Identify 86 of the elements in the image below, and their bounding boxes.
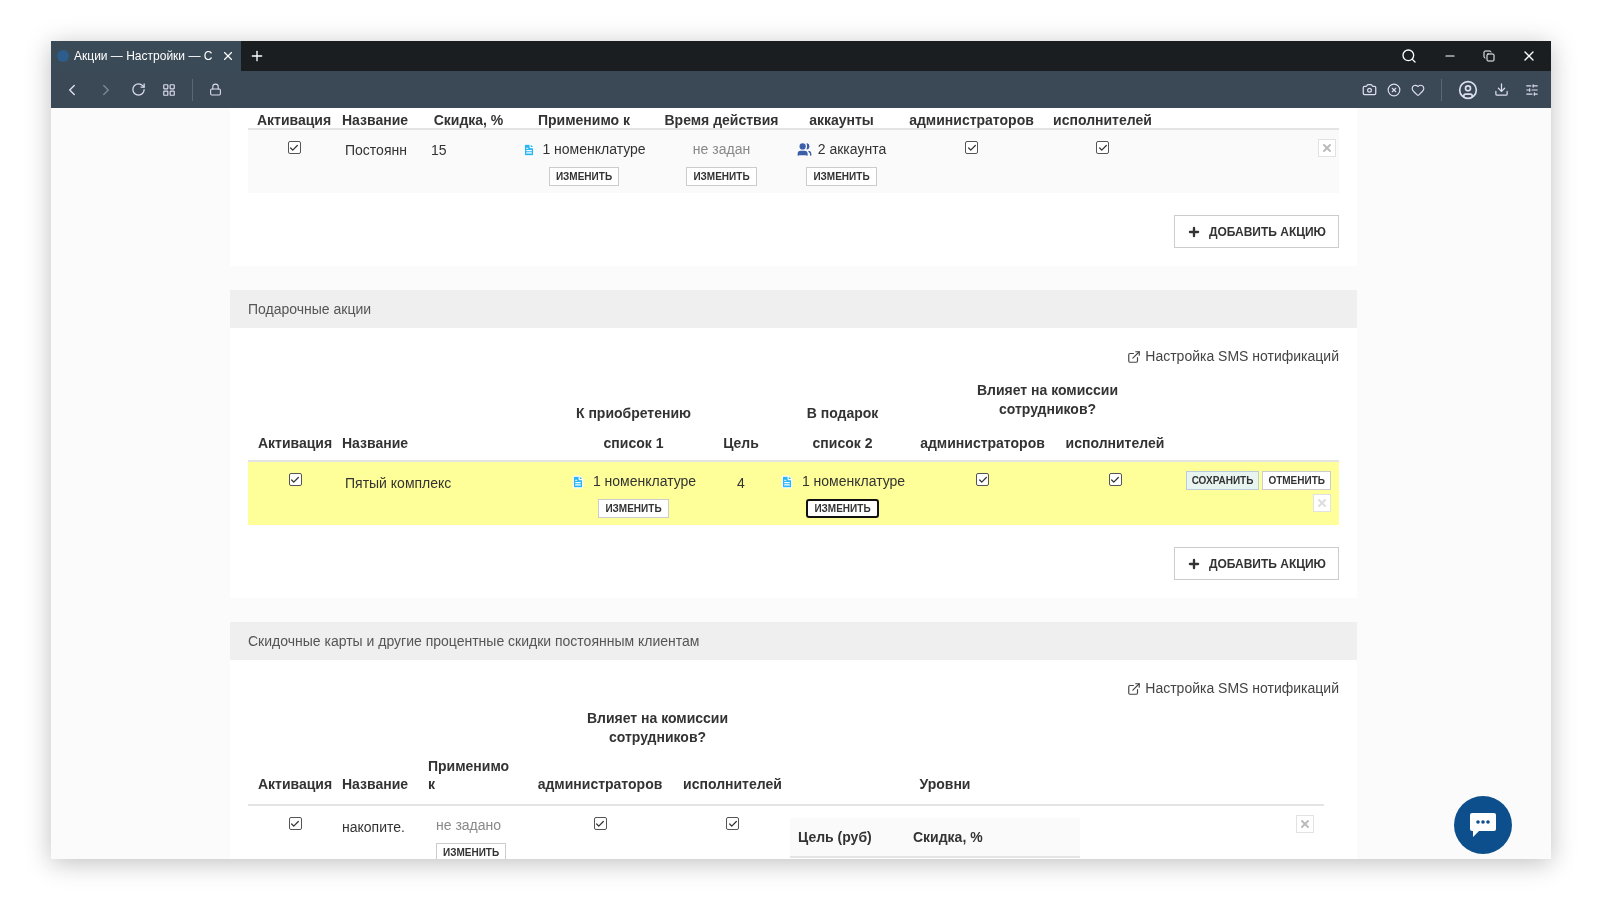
add-promo-button[interactable]: ДОБАВИТЬ АКЦИЮ (1173, 215, 1339, 248)
applies-to: не задано (436, 816, 502, 835)
grid-icon[interactable] (162, 82, 176, 97)
cancel-button[interactable]: ОТМЕНИТЬ (1262, 471, 1331, 490)
heart-icon[interactable] (1411, 82, 1425, 97)
section-header: Подарочные акции (230, 290, 1357, 328)
checkbox[interactable] (1096, 141, 1109, 154)
plus-icon (1186, 556, 1201, 571)
column-header: Название (342, 112, 409, 128)
change-button[interactable]: ИЗМЕНИТЬ (598, 499, 669, 518)
column-header: Влияет на комиссии сотрудников? (585, 709, 730, 747)
save-button[interactable]: СОХРАНИТЬ (1185, 471, 1260, 490)
accounts-value: 2 аккаунта (796, 139, 887, 160)
column-header: администраторов (909, 112, 1034, 128)
file-icon (522, 142, 537, 157)
column-header: Цель (руб) (798, 827, 873, 847)
section-header: Скидочные карты и другие процентные скидки постоянным клиентам (230, 622, 1357, 660)
plus-icon (1186, 224, 1201, 239)
column-header: исполнителей (1053, 112, 1152, 128)
settings-icon[interactable] (1525, 82, 1539, 97)
close-tab-icon[interactable] (221, 49, 235, 63)
applies-to: 1 номенклатуре (522, 139, 646, 160)
column-header: исполнителей (683, 776, 782, 792)
file-icon (779, 474, 794, 489)
change-button[interactable]: ИЗМЕНИТЬ (548, 167, 620, 186)
lock-icon (209, 83, 222, 96)
column-header: Влияет на комиссии сотрудников? (975, 381, 1120, 419)
promo-name: Постоянн (345, 142, 407, 158)
column-header: Цель (723, 434, 759, 451)
column-header: Скидка, % (433, 112, 504, 128)
goal-value: 4 (737, 475, 745, 491)
column-header: администраторов (537, 776, 663, 792)
file-icon (570, 474, 585, 489)
column-header: Активация (257, 434, 333, 451)
column-header: Активация (256, 112, 332, 128)
checkbox[interactable] (593, 817, 607, 830)
tab-title: Акции — Настройки — С (74, 48, 214, 65)
change-button[interactable]: ИЗМЕНИТЬ (806, 167, 877, 186)
column-header: Название (342, 434, 409, 451)
camera-icon[interactable] (1362, 82, 1377, 97)
external-link-icon (1127, 681, 1142, 696)
external-link-icon (1127, 349, 1142, 364)
reload-icon[interactable] (131, 82, 146, 97)
checkbox[interactable] (1108, 473, 1122, 486)
column-header: Название (342, 776, 409, 792)
column-header: Применимо к (428, 757, 511, 793)
change-button[interactable]: ИЗМЕНИТЬ (686, 167, 757, 186)
column-header: К приобретению (575, 405, 692, 421)
checkbox[interactable] (726, 817, 739, 830)
sms-settings-link[interactable]: Настройка SMS нотификаций (1127, 346, 1339, 367)
chat-icon (1469, 812, 1497, 838)
checkbox[interactable] (965, 141, 978, 154)
add-promo-button[interactable]: ДОБАВИТЬ АКЦИЮ (1173, 547, 1339, 580)
checkbox[interactable] (287, 141, 301, 154)
change-button[interactable]: ИЗМЕНИТЬ (436, 843, 507, 859)
period-value: не задан (692, 140, 751, 159)
column-header: Время действия (664, 112, 779, 128)
new-tab-icon[interactable] (249, 48, 265, 64)
promo-name: Пятый комплекс (345, 475, 452, 491)
site-icon (57, 50, 69, 62)
column-header: администраторов (920, 434, 1045, 451)
checkbox[interactable] (976, 473, 989, 486)
search-icon[interactable] (1401, 48, 1417, 64)
list-value: 1 номенклатуре (570, 471, 697, 492)
list-value: 1 номенклатуре (779, 471, 906, 492)
column-header: список 1 (603, 434, 664, 451)
column-header: Скидка, % (913, 827, 984, 847)
column-header: аккаунты (809, 112, 874, 128)
column-header: В подарок (806, 405, 879, 421)
column-header: Активация (257, 776, 333, 792)
column-header: Применимо к (537, 112, 630, 128)
column-header: список 2 (812, 434, 873, 451)
promo-name: накопите. (342, 819, 405, 835)
blocker-icon[interactable] (1387, 82, 1401, 97)
column-header: исполнителей (1065, 434, 1165, 451)
sms-settings-link[interactable]: Настройка SMS нотификаций (1127, 678, 1339, 699)
restore-icon[interactable] (1483, 50, 1495, 62)
checkbox[interactable] (288, 473, 302, 486)
checkbox[interactable] (288, 817, 302, 830)
change-button[interactable]: ИЗМЕНИТЬ (806, 499, 879, 518)
users-icon (796, 142, 812, 157)
profile-icon[interactable] (1458, 79, 1478, 100)
download-icon[interactable] (1494, 82, 1509, 97)
column-header: Уровни (919, 776, 971, 792)
discount-value: 15 (431, 142, 447, 158)
browser-tab[interactable]: Акции — Настройки — С (51, 41, 241, 71)
